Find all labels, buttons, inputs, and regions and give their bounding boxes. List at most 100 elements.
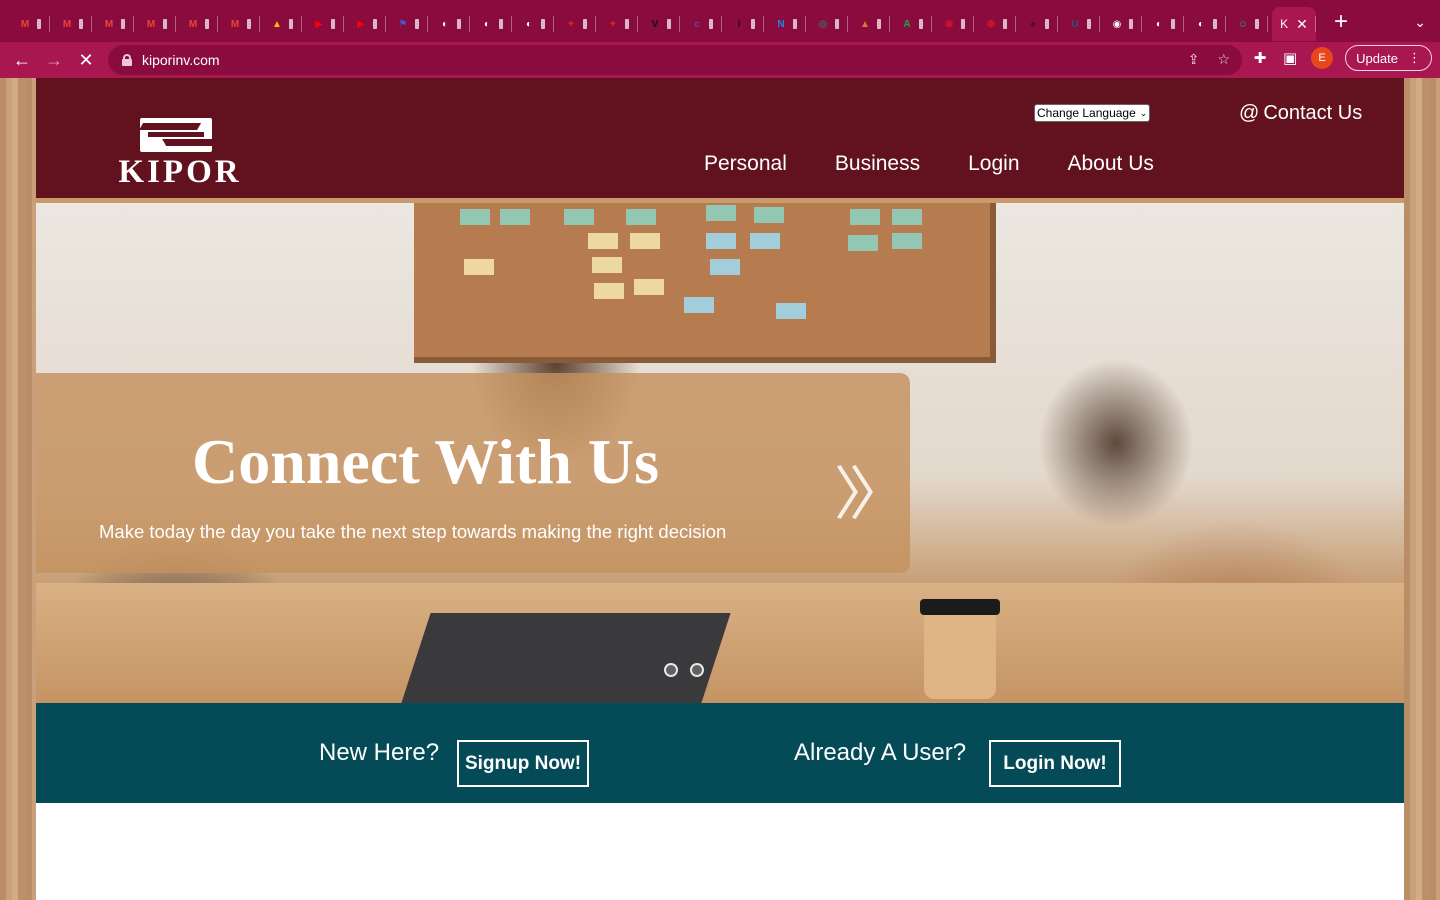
contact-us-label: Contact Us — [1263, 102, 1363, 124]
browser-tab[interactable]: M — [92, 7, 134, 41]
tab-title-fragment — [289, 19, 293, 29]
browser-tab[interactable]: ◐ — [1184, 7, 1226, 41]
gmail-icon: M — [188, 18, 198, 30]
browser-tab[interactable]: A — [890, 7, 932, 41]
dark-dot-icon: ● — [1029, 18, 1037, 30]
carousel-indicators — [664, 663, 704, 677]
browser-tab[interactable]: ⬢ — [932, 7, 974, 41]
browser-tab[interactable]: M — [50, 7, 92, 41]
extensions-puzzle-icon[interactable]: ✚ — [1251, 49, 1269, 67]
new-here-text: New Here? — [319, 739, 440, 766]
browser-tab[interactable]: ◐ — [512, 7, 554, 41]
carousel-next-icon[interactable]: 〉〉 — [834, 447, 907, 531]
browser-tab[interactable]: ▶ — [344, 7, 386, 41]
forward-arrow-icon[interactable]: → — [38, 44, 70, 76]
browser-tab[interactable]: U — [1058, 7, 1100, 41]
chevron-down-icon: ⌄ — [1139, 107, 1148, 118]
side-panel-icon[interactable]: ▣ — [1281, 49, 1299, 67]
bookmark-star-icon[interactable]: ☆ — [1217, 51, 1230, 68]
update-label: Update — [1356, 50, 1398, 66]
kipor-logo-mark-icon — [140, 118, 212, 152]
browser-tab[interactable]: M — [218, 7, 260, 41]
gmail-icon: M — [230, 18, 240, 30]
active-tab[interactable]: K ✕ — [1272, 7, 1316, 41]
profile-avatar[interactable]: E — [1311, 47, 1334, 69]
youtube-icon: ▶ — [315, 18, 323, 30]
tab-title-fragment — [625, 19, 629, 29]
globe-icon: ◐ — [1155, 18, 1163, 30]
browser-tab[interactable]: ☺ — [1226, 7, 1268, 41]
stop-loading-icon[interactable]: ✕ — [70, 44, 102, 76]
tab-title-fragment — [1087, 19, 1091, 29]
signup-now-button[interactable]: Signup Now! — [457, 740, 589, 787]
tab-title-fragment — [667, 19, 671, 29]
nav-login[interactable]: Login — [968, 152, 1019, 176]
nav-about-us[interactable]: About Us — [1068, 152, 1154, 176]
back-arrow-icon[interactable]: ← — [6, 44, 38, 76]
tab-search-chevron-icon[interactable]: ⌄ — [1414, 14, 1426, 31]
at-sign-icon: @ — [1239, 102, 1260, 124]
hero-title: Connect With Us — [192, 426, 660, 497]
green-a-icon: A — [903, 18, 911, 30]
tab-title-fragment — [835, 19, 839, 29]
new-tab-icon[interactable]: + — [1334, 8, 1348, 36]
tab-title-fragment — [37, 19, 41, 29]
tab-title-fragment — [121, 19, 125, 29]
v-logo-icon: V — [651, 18, 659, 30]
url-text[interactable]: kiporinv.com — [142, 52, 220, 68]
nav-business[interactable]: Business — [835, 152, 920, 176]
tab-title-fragment — [583, 19, 587, 29]
carousel-dot-1[interactable] — [664, 663, 678, 677]
nav-personal[interactable]: Personal — [704, 152, 787, 176]
browser-tab[interactable]: V — [638, 7, 680, 41]
already-user-text: Already A User? — [794, 739, 967, 766]
browser-tab[interactable]: N — [764, 7, 806, 41]
share-icon[interactable]: ⇪ — [1188, 51, 1200, 68]
browser-tab[interactable]: ✦ — [596, 7, 638, 41]
tab-title-fragment — [499, 19, 503, 29]
browser-tab[interactable]: ◎ — [806, 7, 848, 41]
browser-tab[interactable]: ▲ — [260, 7, 302, 41]
tab-title-fragment — [961, 19, 965, 29]
close-tab-icon[interactable]: ✕ — [1296, 16, 1308, 33]
hero-photo-laptop — [401, 613, 731, 703]
browser-tab[interactable]: ● — [1016, 7, 1058, 41]
n-logo-icon: N — [777, 18, 785, 30]
browser-tab[interactable]: ◐ — [1142, 7, 1184, 41]
tab-title-fragment — [709, 19, 713, 29]
main-nav: Personal Business Login About Us — [704, 152, 1154, 176]
kebab-menu-icon: ⋮ — [1408, 50, 1421, 65]
tab-title-fragment — [205, 19, 209, 29]
active-tab-label: K — [1280, 17, 1289, 31]
browser-tab[interactable]: ⬢ — [974, 7, 1016, 41]
browser-tab[interactable]: ▶ — [302, 7, 344, 41]
tab-title-fragment — [1129, 19, 1133, 29]
browser-tab[interactable]: ◐ — [470, 7, 512, 41]
browser-tab[interactable]: ▲ — [848, 7, 890, 41]
maple-leaf-icon: ✦ — [566, 18, 576, 30]
browser-tab[interactable]: ◉ — [1100, 7, 1142, 41]
tab-title-fragment — [1003, 19, 1007, 29]
browser-tab[interactable]: M — [8, 7, 50, 41]
language-select[interactable]: Change Language ⌄ — [1034, 104, 1151, 122]
browser-tab[interactable]: M — [134, 7, 176, 41]
browser-tab[interactable]: ◐ — [428, 7, 470, 41]
tab-title-fragment — [1045, 19, 1049, 29]
browser-tab[interactable]: M — [176, 7, 218, 41]
address-bar[interactable]: kiporinv.com ⇪ ☆ — [108, 45, 1242, 75]
kipor-site: KIPOR Change Language ⌄ @ Contact Us Per… — [36, 78, 1404, 900]
browser-tab[interactable]: ✦ — [554, 7, 596, 41]
browser-tab[interactable]: i — [722, 7, 764, 41]
flag-icon: ⚑ — [398, 18, 408, 30]
browser-tab[interactable]: c — [680, 7, 722, 41]
tab-title-fragment — [793, 19, 797, 29]
kipor-logo[interactable]: KIPOR — [102, 118, 258, 190]
hero-photo-coffee-cup — [920, 599, 1000, 699]
update-button[interactable]: Update ⋮ — [1345, 45, 1432, 71]
lock-icon[interactable] — [122, 54, 132, 66]
contact-us-link[interactable]: @ Contact Us — [1239, 102, 1362, 125]
login-now-button[interactable]: Login Now! — [989, 740, 1121, 787]
tab-title-fragment — [919, 19, 923, 29]
browser-tab[interactable]: ⚑ — [386, 7, 428, 41]
carousel-dot-2[interactable] — [690, 663, 704, 677]
